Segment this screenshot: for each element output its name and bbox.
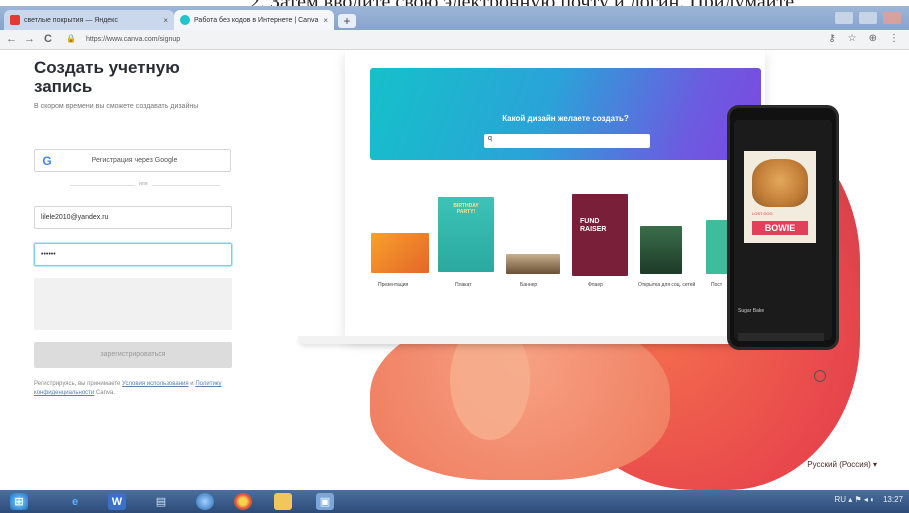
- page-content: Создать учетную запись В скором времени …: [0, 50, 909, 490]
- window-manager-icon[interactable]: ▤: [152, 493, 170, 510]
- flyer-text: FUND RAISER: [580, 218, 607, 233]
- lost-dog-poster: LOST DOG BOWIE: [744, 151, 816, 243]
- media-player-icon[interactable]: [196, 493, 214, 510]
- search-value: q: [488, 135, 492, 142]
- language-selector[interactable]: Русский (Россия) ▾: [807, 460, 877, 469]
- design-search-input[interactable]: q: [484, 134, 650, 148]
- subtitle: В скором времени вы сможете создавать ди…: [34, 103, 199, 110]
- bookmark-star-icon[interactable]: ☆: [848, 33, 857, 44]
- thumb-post: [706, 220, 728, 274]
- system-tray: RU ▴ ⚑ ◂ ◐ 13:27: [834, 495, 903, 504]
- tab-yandex[interactable]: светлые покрытия — Яндекс ×: [4, 10, 174, 30]
- forward-button[interactable]: →: [24, 33, 35, 45]
- thumb-label: Флаер: [588, 282, 603, 288]
- thumb-label: Открытка для соц. сетей: [638, 282, 696, 288]
- canva-icon: [180, 15, 190, 25]
- thumb-label: Плакат: [455, 282, 472, 288]
- dog-image: [752, 159, 808, 207]
- address-bar: ← → C 🔒 https://www.canva.com/signup ⚷ ☆…: [0, 30, 909, 50]
- thumb-flyer: FUND RAISER: [572, 194, 628, 276]
- reload-button[interactable]: C: [44, 33, 52, 45]
- google-signup-button[interactable]: G Регистрация через Google: [34, 149, 231, 172]
- signup-form: Создать учетную запись В скором времени …: [0, 50, 250, 490]
- folder-icon[interactable]: [274, 493, 292, 510]
- maximize-button[interactable]: [859, 12, 877, 24]
- tab-title: светлые покрытия — Яндекс: [24, 16, 118, 24]
- terms-prefix: Регистрируясь, вы принимаете: [34, 381, 123, 387]
- screen: 2. Затем вводите свою электронную почту …: [0, 0, 909, 513]
- thumb-poster: BIRTHDAY PARTY!: [438, 197, 494, 272]
- url-input[interactable]: https://www.canva.com/signup: [86, 33, 846, 47]
- account-icon[interactable]: ⊕: [869, 33, 877, 44]
- tab-strip: светлые покрытия — Яндекс × Работа без к…: [0, 6, 909, 30]
- close-tab-icon[interactable]: ×: [323, 16, 328, 25]
- hero-illustration: Какой дизайн желаете создать? q BIRTHDAY…: [250, 50, 909, 490]
- phone-font-toolbar: Sugar Bake: [738, 308, 765, 314]
- or-divider: или: [70, 181, 220, 187]
- clock[interactable]: 13:27: [883, 495, 903, 504]
- minimize-button[interactable]: [835, 12, 853, 24]
- poster-name: BOWIE: [752, 221, 808, 235]
- page-title: Создать учетную запись: [34, 58, 180, 96]
- menu-icon[interactable]: ⋮: [889, 33, 899, 44]
- terms-text: Регистрируясь, вы принимаете Условия исп…: [34, 380, 234, 398]
- captcha-area[interactable]: [34, 278, 232, 330]
- lock-icon: 🔒: [66, 34, 76, 43]
- phone-home-button: [814, 370, 826, 382]
- word-icon[interactable]: W: [108, 493, 126, 510]
- email-field[interactable]: lilele2010@yandex.ru: [34, 206, 232, 229]
- design-search-banner: Какой дизайн желаете создать? q: [370, 68, 761, 160]
- terms-of-use-link[interactable]: Условия использования: [122, 381, 189, 387]
- tray-icons[interactable]: RU ▴ ⚑ ◂ ◐: [834, 495, 874, 504]
- yandex-icon: [10, 15, 20, 25]
- thumb-presentation: [371, 233, 429, 273]
- start-button[interactable]: ⊞: [10, 493, 28, 510]
- tab-canva[interactable]: Работа без кодов в Интернете | Canva ×: [174, 10, 334, 30]
- back-button[interactable]: ←: [6, 33, 17, 45]
- close-tab-icon[interactable]: ×: [163, 16, 168, 25]
- phone-mockup: LOST DOG BOWIE Sugar Bake: [727, 105, 839, 382]
- new-tab-button[interactable]: +: [338, 14, 356, 28]
- tab-title: Работа без кодов в Интернете | Canva: [194, 16, 319, 24]
- chrome-icon[interactable]: [234, 493, 252, 510]
- thumb-social: [640, 226, 682, 274]
- key-icon[interactable]: ⚷: [828, 33, 835, 44]
- divider-label: или: [135, 181, 152, 187]
- poster-lost-text: LOST DOG: [752, 211, 773, 216]
- password-field[interactable]: ••••••: [34, 243, 232, 266]
- thumb-label: Пост: [711, 282, 723, 288]
- poster-text: BIRTHDAY PARTY!: [453, 203, 479, 215]
- windows-taskbar: ⊞ e W ▤ ▣ RU ▴ ⚑ ◂ ◐ 13:27: [0, 490, 909, 513]
- thumb-banner: [506, 254, 560, 274]
- google-icon: G: [42, 153, 52, 168]
- internet-explorer-icon[interactable]: e: [66, 493, 84, 510]
- screenshot-tool-icon[interactable]: ▣: [316, 493, 334, 510]
- thumb-label: Презентация: [378, 282, 409, 288]
- phone-format-bar: [738, 333, 824, 341]
- thumb-label: Баннер: [520, 282, 538, 288]
- terms-suffix: Canva.: [94, 390, 115, 396]
- register-button[interactable]: зарегистрироваться: [34, 342, 232, 368]
- banner-question: Какой дизайн желаете создать?: [502, 114, 629, 123]
- close-window-button[interactable]: [883, 12, 901, 24]
- window-controls: [835, 12, 901, 24]
- address-bar-actions: ⚷ ☆ ⊕ ⋮: [828, 33, 899, 44]
- google-signup-label: Регистрация через Google: [91, 157, 178, 164]
